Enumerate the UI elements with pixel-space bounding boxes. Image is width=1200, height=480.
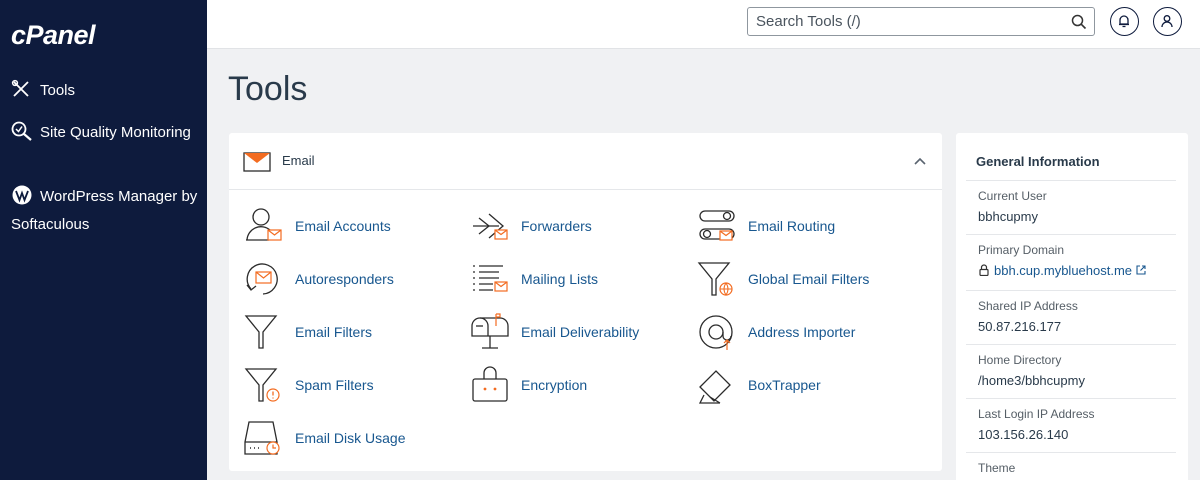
info-label: Home Directory bbox=[978, 353, 1062, 367]
tool-boxtrapper[interactable]: BoxTrapper bbox=[696, 365, 916, 405]
magnifier-check-icon bbox=[11, 121, 32, 141]
tool-label: Global Email Filters bbox=[748, 271, 870, 287]
address-importer-icon bbox=[699, 315, 733, 350]
info-label: Last Login IP Address bbox=[978, 407, 1095, 421]
tool-global-email-filters[interactable]: Global Email Filters bbox=[696, 259, 916, 299]
tool-spam-filters[interactable]: Spam Filters bbox=[243, 365, 463, 405]
tool-label: Autoresponders bbox=[295, 271, 394, 287]
info-label: Primary Domain bbox=[978, 243, 1065, 257]
sidebar-item-label: WordPress Manager by Softaculous bbox=[11, 188, 198, 233]
autoresponders-icon bbox=[246, 263, 278, 295]
tool-forwarders[interactable]: Forwarders bbox=[469, 206, 689, 246]
tool-autoresponders[interactable]: Autoresponders bbox=[243, 259, 463, 299]
spam-filters-icon bbox=[244, 368, 280, 402]
tool-label: Email Filters bbox=[295, 324, 373, 340]
email-section-card: Email Email Accounts Forwarders Email Ro… bbox=[229, 133, 942, 471]
tool-label: Encryption bbox=[521, 377, 588, 393]
tool-label: Forwarders bbox=[521, 218, 592, 234]
tool-label: Email Accounts bbox=[295, 218, 391, 234]
tool-encryption[interactable]: Encryption bbox=[469, 365, 689, 405]
forwarders-icon bbox=[473, 213, 508, 240]
sidebar-item-wordpress-manager[interactable]: WordPress Manager by Softaculous bbox=[11, 183, 201, 239]
lock-icon bbox=[979, 264, 989, 276]
user-icon bbox=[1161, 15, 1173, 28]
info-label: Theme bbox=[978, 461, 1016, 475]
email-section-label: Email bbox=[282, 153, 315, 168]
tool-email-routing[interactable]: Email Routing bbox=[696, 206, 916, 246]
email-disk-usage-icon bbox=[244, 421, 280, 455]
info-label: Shared IP Address bbox=[978, 299, 1078, 313]
sidebar-item-label: Site Quality Monitoring bbox=[40, 124, 191, 141]
info-row-theme: Theme bbox=[966, 452, 1176, 480]
info-row-primary-domain: Primary Domain bbh.cup.mybluehost.me bbox=[966, 234, 1176, 290]
tool-address-importer[interactable]: Address Importer bbox=[696, 312, 916, 352]
general-information-panel: General Information Current User bbhcupm… bbox=[956, 133, 1188, 480]
tools-icon bbox=[11, 79, 29, 97]
sidebar-item-label: Tools bbox=[40, 82, 76, 99]
envelope-icon bbox=[243, 152, 271, 172]
general-information-title: General Information bbox=[976, 154, 1100, 169]
tool-label: Address Importer bbox=[748, 324, 856, 340]
tool-label: Email Deliverability bbox=[521, 324, 640, 340]
mailing-lists-icon bbox=[473, 265, 508, 292]
wordpress-icon bbox=[12, 185, 32, 205]
info-label: Current User bbox=[978, 189, 1047, 203]
tool-label: Mailing Lists bbox=[521, 271, 599, 287]
info-value: /home3/bbhcupmy bbox=[978, 373, 1085, 388]
email-section-header[interactable]: Email bbox=[229, 133, 942, 190]
tool-label: Email Disk Usage bbox=[295, 430, 406, 446]
info-row-shared-ip: Shared IP Address 50.87.216.177 bbox=[966, 290, 1176, 344]
info-value: 50.87.216.177 bbox=[978, 319, 1062, 334]
bell-icon bbox=[1119, 15, 1129, 28]
info-row-home-directory: Home Directory /home3/bbhcupmy bbox=[966, 344, 1176, 398]
sidebar-item-site-quality-monitoring[interactable]: Site Quality Monitoring bbox=[11, 119, 201, 147]
search-box bbox=[747, 7, 1095, 36]
sidebar-item-tools[interactable]: Tools bbox=[11, 77, 201, 105]
search-input[interactable] bbox=[748, 8, 1058, 35]
boxtrapper-icon bbox=[698, 370, 731, 404]
global-email-filters-icon bbox=[697, 262, 733, 296]
search-icon[interactable] bbox=[1071, 14, 1087, 30]
tool-email-deliverability[interactable]: Email Deliverability bbox=[469, 312, 689, 352]
tool-label: Spam Filters bbox=[295, 377, 374, 393]
page-title: Tools bbox=[228, 70, 308, 108]
tool-email-accounts[interactable]: Email Accounts bbox=[243, 206, 463, 246]
top-bar bbox=[207, 0, 1200, 49]
encryption-icon bbox=[472, 366, 508, 402]
info-row-current-user: Current User bbhcupmy bbox=[966, 180, 1176, 234]
info-value: bbhcupmy bbox=[978, 209, 1038, 224]
tool-email-filters[interactable]: Email Filters bbox=[243, 312, 463, 352]
cpanel-logo[interactable]: cPanel bbox=[11, 20, 96, 51]
tool-label: BoxTrapper bbox=[748, 377, 821, 393]
email-accounts-icon bbox=[246, 208, 282, 241]
email-routing-icon bbox=[699, 210, 735, 241]
user-menu-button[interactable] bbox=[1153, 7, 1182, 36]
email-filters-icon bbox=[244, 315, 278, 349]
tool-label: Email Routing bbox=[748, 218, 836, 234]
info-row-last-login-ip: Last Login IP Address 103.156.26.140 bbox=[966, 398, 1176, 452]
sidebar: cPanel Tools Site Quality Monitoring Wor… bbox=[0, 0, 207, 480]
email-deliverability-icon bbox=[471, 313, 509, 349]
external-link-icon bbox=[1136, 265, 1146, 275]
info-value: 103.156.26.140 bbox=[978, 427, 1069, 442]
chevron-up-icon[interactable] bbox=[913, 156, 927, 166]
primary-domain-value: bbh.cup.mybluehost.me bbox=[994, 263, 1133, 278]
tool-mailing-lists[interactable]: Mailing Lists bbox=[469, 259, 689, 299]
primary-domain-link[interactable]: bbh.cup.mybluehost.me bbox=[978, 263, 1146, 278]
tool-email-disk-usage[interactable]: Email Disk Usage bbox=[243, 418, 463, 458]
notifications-button[interactable] bbox=[1110, 7, 1139, 36]
